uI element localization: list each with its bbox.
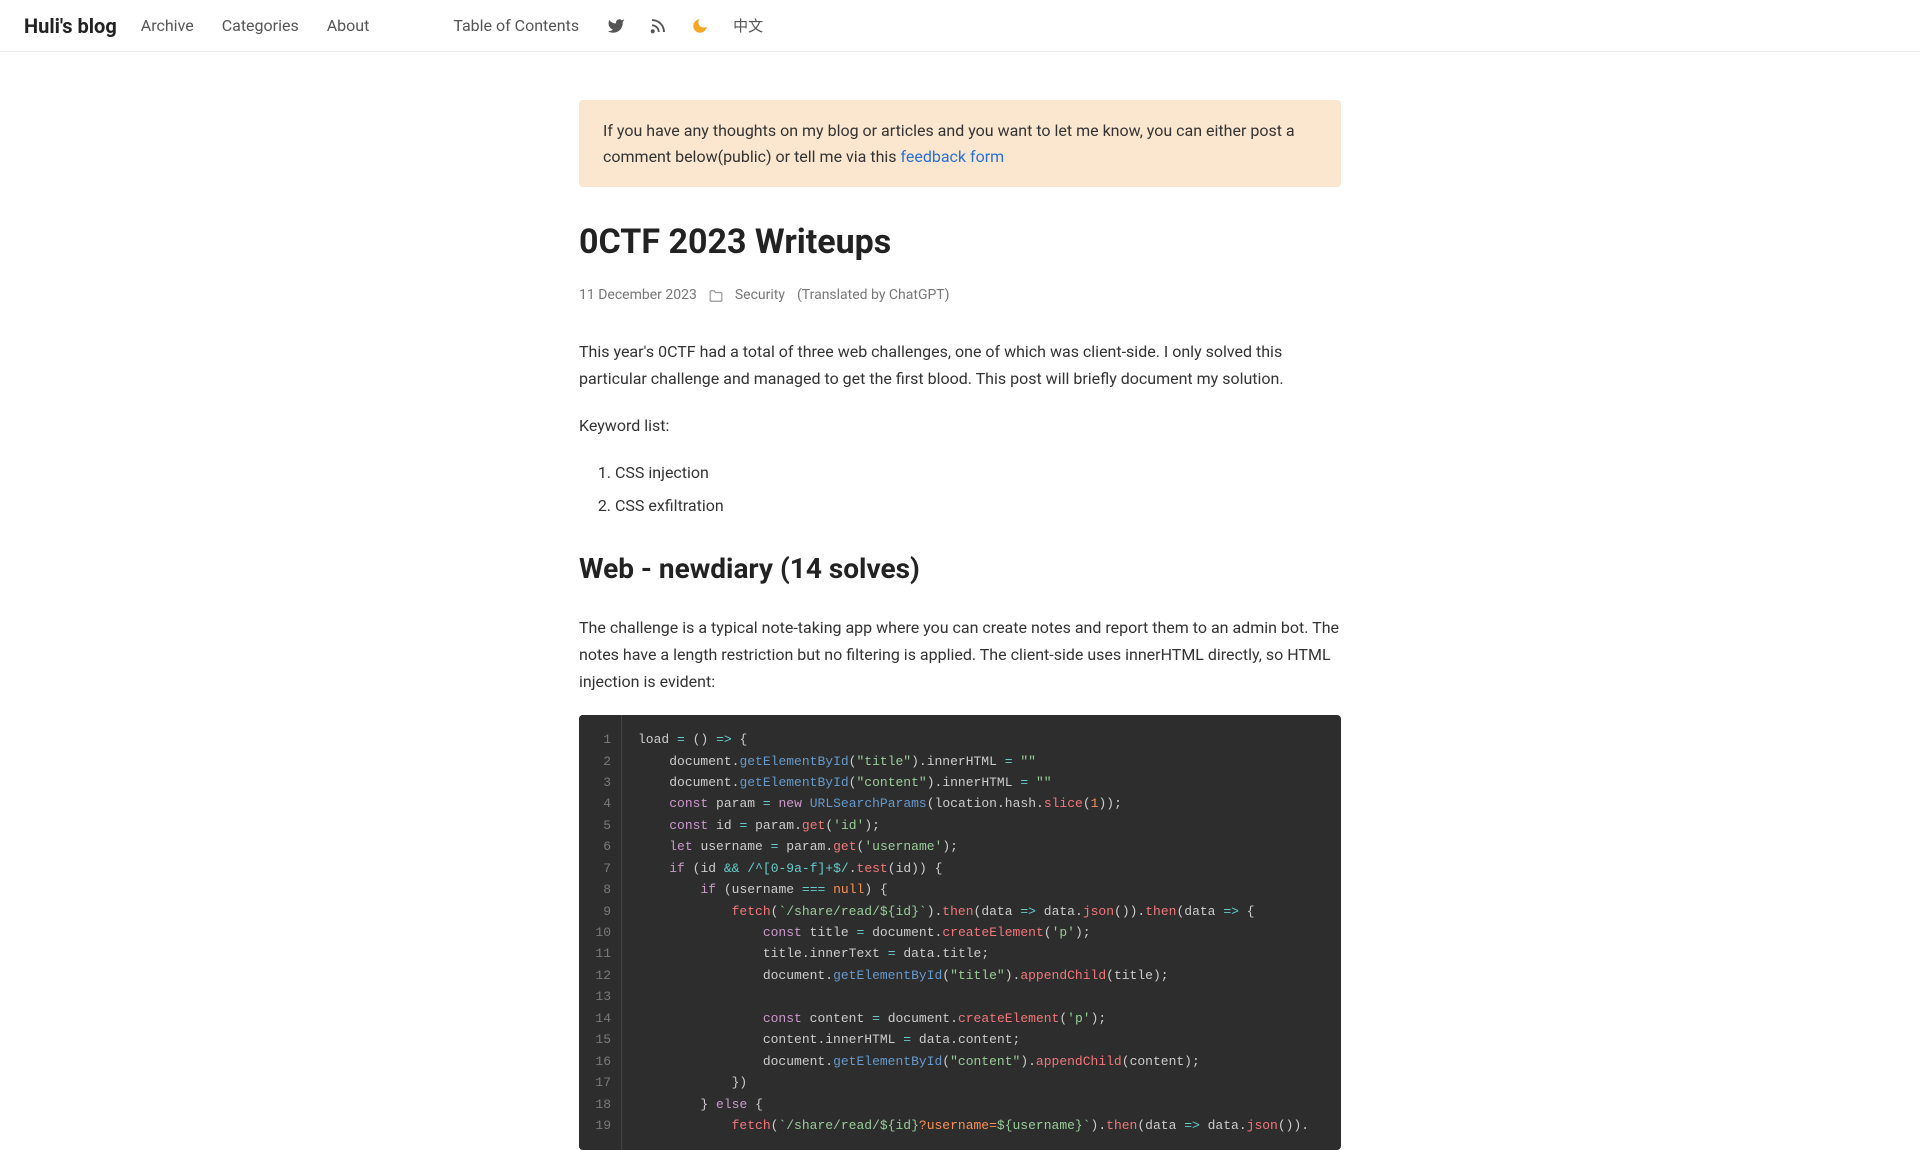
keyword-label: Keyword list: [579,412,1341,439]
code-content: load = () => { document.getElementById("… [622,715,1325,1150]
dark-mode-icon[interactable] [691,17,709,35]
main-content: If you have any thoughts on my blog or a… [555,52,1365,1150]
lang-toggle[interactable]: 中文 [733,14,763,38]
feedback-link[interactable]: feedback form [901,147,1005,166]
nav-icons: 中文 [607,14,763,38]
intro-paragraph: This year's 0CTF had a total of three we… [579,338,1341,392]
post-category[interactable]: Security [735,284,785,306]
section-heading: Web - newdiary (14 solves) [579,547,1341,592]
post-meta: 11 December 2023 Security (Translated by… [579,284,1341,306]
post-date: 11 December 2023 [579,284,697,306]
nav-toc[interactable]: Table of Contents [453,13,579,39]
rss-icon[interactable] [649,17,667,35]
list-item: CSS injection [615,460,1341,486]
nav-links: Archive Categories About Table of Conten… [141,13,579,39]
nav-categories[interactable]: Categories [222,13,299,39]
code-block: 12345678910111213141516171819 load = () … [579,715,1341,1150]
notice-box: If you have any thoughts on my blog or a… [579,100,1341,187]
nav-about[interactable]: About [327,13,370,39]
section-paragraph: The challenge is a typical note-taking a… [579,614,1341,696]
post-title: 0CTF 2023 Writeups [579,215,1341,269]
line-numbers: 12345678910111213141516171819 [579,715,622,1150]
brand-link[interactable]: Huli's blog [24,10,117,42]
navbar: Huli's blog Archive Categories About Tab… [0,0,1920,52]
keyword-list: CSS injection CSS exfiltration [615,460,1341,519]
folder-icon [709,288,723,302]
translated-note: (Translated by ChatGPT) [797,284,950,306]
twitter-icon[interactable] [607,17,625,35]
post-body: This year's 0CTF had a total of three we… [579,338,1341,1150]
list-item: CSS exfiltration [615,493,1341,519]
nav-archive[interactable]: Archive [141,13,194,39]
